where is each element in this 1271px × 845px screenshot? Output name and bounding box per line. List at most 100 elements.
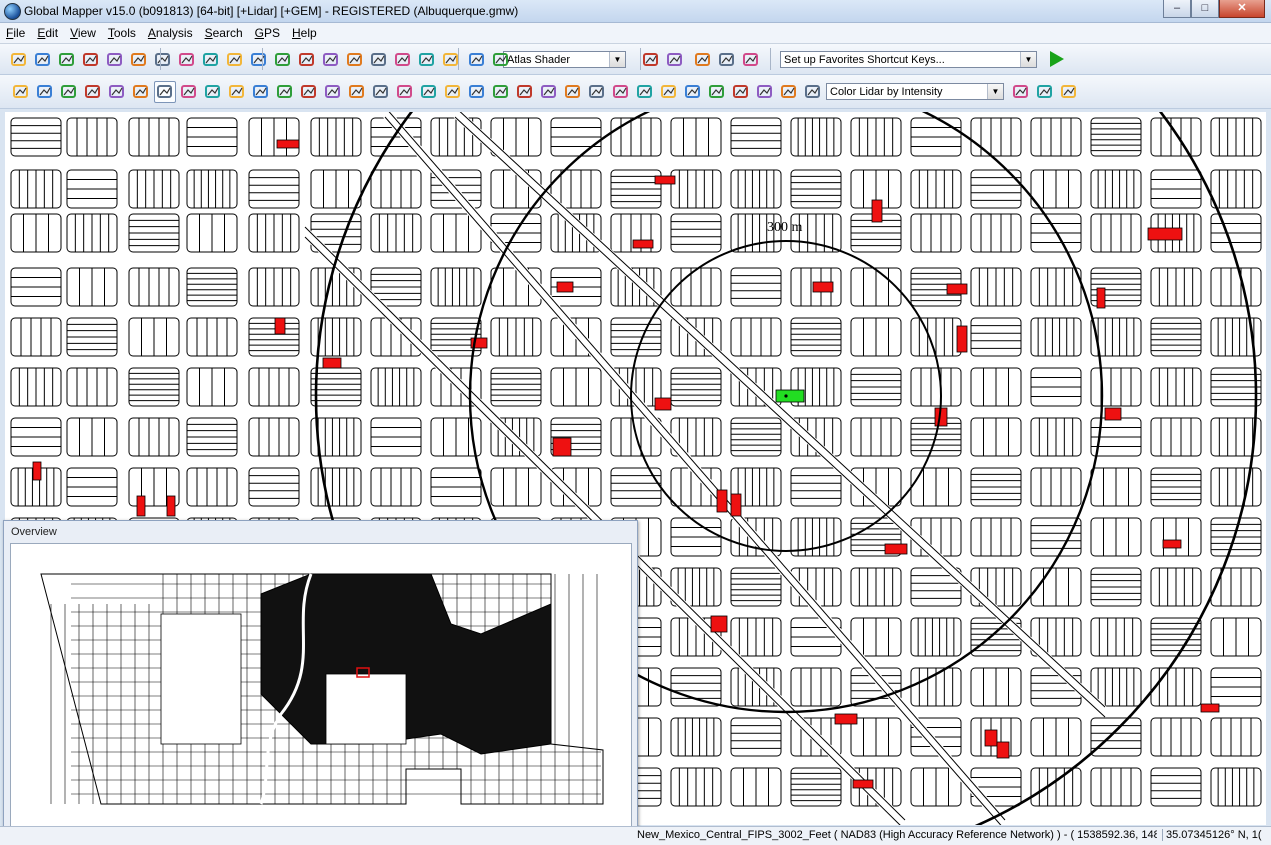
path-profile-icon[interactable] xyxy=(344,49,366,71)
highlighted-parcel[interactable] xyxy=(654,397,672,411)
highlighted-parcel[interactable] xyxy=(871,199,883,223)
layout-icon[interactable] xyxy=(664,49,686,71)
area-a-icon[interactable] xyxy=(274,81,296,103)
favorites-select[interactable]: Set up Favorites Shortcut Keys... ▼ xyxy=(780,51,1037,68)
parcel-block[interactable] xyxy=(610,117,662,157)
grid-icon[interactable] xyxy=(692,49,714,71)
parcel-block[interactable] xyxy=(248,367,300,407)
parcel-block[interactable] xyxy=(1030,517,1082,557)
zoom-out-icon[interactable] xyxy=(176,49,198,71)
color-g-icon[interactable] xyxy=(658,81,680,103)
code-icon[interactable] xyxy=(130,81,152,103)
highlighted-parcel[interactable] xyxy=(322,357,342,369)
fill-a-icon[interactable] xyxy=(514,81,536,103)
overview-map[interactable] xyxy=(10,543,632,830)
menu-help[interactable]: Help xyxy=(286,26,323,40)
parcel-block[interactable] xyxy=(910,213,962,253)
color-hv-icon[interactable] xyxy=(706,81,728,103)
parcel-block[interactable] xyxy=(670,267,722,307)
overview-window[interactable]: Overview xyxy=(3,520,638,835)
line-b-icon[interactable] xyxy=(370,81,392,103)
parcel-block[interactable] xyxy=(186,317,238,357)
highlighted-parcel[interactable] xyxy=(710,615,728,633)
chevron-down-icon[interactable]: ▼ xyxy=(987,84,1003,99)
points-icon[interactable] xyxy=(202,81,224,103)
parcel-block[interactable] xyxy=(670,213,722,253)
highlighted-parcel[interactable] xyxy=(166,495,176,517)
selection-icon[interactable] xyxy=(154,81,176,103)
highlighted-parcel[interactable] xyxy=(716,489,728,513)
parcel-block[interactable] xyxy=(730,267,782,307)
color-bld-icon[interactable] xyxy=(754,81,776,103)
parcel-block[interactable] xyxy=(248,169,300,209)
parcel-block[interactable] xyxy=(1150,117,1202,157)
gem-icon[interactable] xyxy=(740,49,762,71)
split-icon[interactable] xyxy=(322,81,344,103)
menu-file[interactable]: File xyxy=(0,26,31,40)
highlighted-parcel[interactable] xyxy=(730,493,742,517)
parcel-block[interactable] xyxy=(730,317,782,357)
parcel-block[interactable] xyxy=(248,467,300,507)
close-button[interactable]: ✕ xyxy=(1219,0,1265,18)
parcel-block[interactable] xyxy=(128,417,180,457)
dropdown-icon[interactable] xyxy=(416,49,438,71)
parcel-block[interactable] xyxy=(1150,717,1202,757)
zoom-extent-icon[interactable] xyxy=(200,49,222,71)
highlighted-parcel[interactable] xyxy=(136,495,146,517)
highlighted-parcel[interactable] xyxy=(1096,287,1106,309)
parcel-block[interactable] xyxy=(10,317,62,357)
digitizer-icon[interactable] xyxy=(392,49,414,71)
parcel-block[interactable] xyxy=(850,417,902,457)
open-folder-icon[interactable] xyxy=(8,49,30,71)
run-favorite-icon[interactable] xyxy=(1050,51,1064,67)
color-w-icon[interactable] xyxy=(802,81,824,103)
shader-select[interactable]: Atlas Shader ▼ xyxy=(503,51,626,68)
polygon-icon[interactable] xyxy=(250,81,272,103)
feature-info-icon[interactable] xyxy=(320,49,342,71)
highlighted-parcel[interactable] xyxy=(556,281,574,293)
line-a-icon[interactable] xyxy=(346,81,368,103)
maximize-button[interactable]: □ xyxy=(1191,0,1219,18)
home-icon[interactable] xyxy=(224,49,246,71)
parcel-block[interactable] xyxy=(1090,717,1142,757)
highlighted-parcel[interactable] xyxy=(552,437,572,457)
extract-icon[interactable] xyxy=(1034,81,1056,103)
parcel-block[interactable] xyxy=(1090,213,1142,253)
arrow-a-icon[interactable] xyxy=(586,81,608,103)
highlighted-parcel[interactable] xyxy=(834,713,858,725)
parcel-block[interactable] xyxy=(370,169,422,209)
parcel-block[interactable] xyxy=(970,317,1022,357)
parcel-block[interactable] xyxy=(1210,567,1262,607)
parcel-block[interactable] xyxy=(370,467,422,507)
parcel-block[interactable] xyxy=(670,667,722,707)
arrow-c-icon[interactable] xyxy=(634,81,656,103)
menu-gps[interactable]: GPS xyxy=(249,26,286,40)
parcel-block[interactable] xyxy=(910,367,962,407)
highlighted-parcel[interactable] xyxy=(32,461,42,481)
agl-icon[interactable] xyxy=(1010,81,1032,103)
chevron-down-icon[interactable]: ▼ xyxy=(609,52,625,67)
tools-icon[interactable] xyxy=(128,49,150,71)
parcel-block[interactable] xyxy=(1210,717,1262,757)
minimize-button[interactable]: – xyxy=(1163,0,1191,18)
selected-parcel[interactable] xyxy=(775,389,805,403)
chevron-down-icon[interactable]: ▼ xyxy=(1020,52,1036,67)
highlighted-parcel[interactable] xyxy=(996,741,1010,759)
parcel-block[interactable] xyxy=(1150,767,1202,807)
parcel-block[interactable] xyxy=(66,117,118,157)
layer-control-icon[interactable] xyxy=(80,49,102,71)
pan-icon[interactable] xyxy=(272,49,294,71)
matrix-icon[interactable] xyxy=(1058,81,1080,103)
config-icon[interactable] xyxy=(104,49,126,71)
highlighted-parcel[interactable] xyxy=(274,317,286,335)
menu-view[interactable]: View xyxy=(64,26,102,40)
cut-icon[interactable] xyxy=(226,81,248,103)
highlighted-parcel[interactable] xyxy=(884,543,908,555)
shader-settings-icon[interactable] xyxy=(466,49,488,71)
menu-analysis[interactable]: Analysis xyxy=(142,26,199,40)
lidar-color-select[interactable]: Color Lidar by Intensity ▼ xyxy=(826,83,1004,100)
parcel-block[interactable] xyxy=(970,517,1022,557)
color-pl-icon[interactable] xyxy=(778,81,800,103)
parcel-block[interactable] xyxy=(128,117,180,157)
highlighted-parcel[interactable] xyxy=(1147,227,1183,241)
